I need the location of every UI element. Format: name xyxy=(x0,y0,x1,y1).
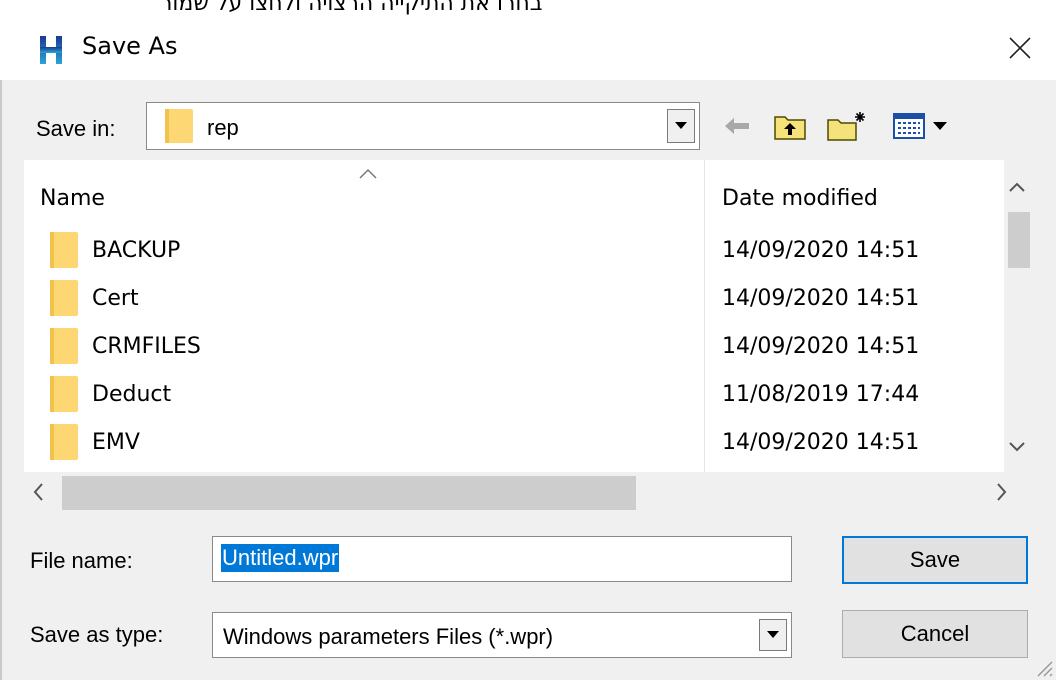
back-button[interactable] xyxy=(722,106,752,146)
horizontal-scrollbar[interactable] xyxy=(24,472,1030,514)
item-date: 14/09/2020 14:51 xyxy=(722,430,920,455)
up-folder-icon xyxy=(774,116,806,140)
file-name-value: Untitled.wpr xyxy=(221,544,340,572)
title-bar: Save As xyxy=(0,16,1056,80)
scroll-right-icon[interactable] xyxy=(994,480,1010,504)
background-text: בחרו את התיקייה הרצויה ולחצו על שמור xyxy=(160,0,543,16)
item-name: Deduct xyxy=(92,382,172,407)
details-view-icon xyxy=(893,113,947,139)
save-button[interactable]: Save xyxy=(842,536,1028,584)
folder-icon xyxy=(50,280,78,316)
file-list[interactable]: Name Date modified BACKUP 14/09/2020 14:… xyxy=(24,160,1030,472)
sort-ascending-icon xyxy=(359,168,377,179)
new-folder-icon xyxy=(827,112,865,141)
close-icon xyxy=(1009,37,1031,59)
folder-icon xyxy=(50,424,78,460)
resize-grip-icon[interactable] xyxy=(1030,654,1054,678)
window-border xyxy=(0,80,2,680)
save-in-dropdown[interactable]: rep xyxy=(146,102,700,150)
vertical-scroll-thumb[interactable] xyxy=(1008,212,1030,268)
item-date: 14/09/2020 14:51 xyxy=(722,334,920,359)
list-item[interactable]: CRMFILES 14/09/2020 14:51 xyxy=(24,324,1004,372)
close-button[interactable] xyxy=(996,24,1044,72)
save-as-type-dropdown[interactable]: Windows parameters Files (*.wpr) xyxy=(212,612,792,658)
view-menu-button[interactable] xyxy=(892,106,956,146)
chevron-down-icon xyxy=(767,631,779,638)
column-header-name[interactable]: Name xyxy=(40,186,105,211)
save-as-type-dropdown-arrow[interactable] xyxy=(759,619,787,651)
file-name-label: File name: xyxy=(30,548,133,574)
list-item[interactable]: Cert 14/09/2020 14:51 xyxy=(24,276,1004,324)
folder-icon xyxy=(50,376,78,412)
save-as-type-label-text: Save as type: xyxy=(30,622,164,647)
item-name: BACKUP xyxy=(92,238,181,263)
window-title: Save As xyxy=(82,32,178,60)
item-date: 11/08/2019 17:44 xyxy=(722,382,920,407)
background-strip: בחרו את התיקייה הרצויה ולחצו על שמור xyxy=(0,0,1056,16)
save-in-label: Save in: xyxy=(36,116,116,141)
vertical-scrollbar[interactable] xyxy=(1004,160,1030,472)
back-arrow-icon xyxy=(725,118,749,134)
folder-icon xyxy=(50,328,78,364)
save-in-value: rep xyxy=(207,115,239,140)
item-name: Cert xyxy=(92,286,139,311)
scroll-left-icon[interactable] xyxy=(30,480,46,504)
item-name: CRMFILES xyxy=(92,334,201,359)
column-header-date[interactable]: Date modified xyxy=(722,186,878,211)
chevron-down-icon xyxy=(675,122,687,129)
save-as-type-value: Windows parameters Files (*.wpr) xyxy=(223,624,554,649)
item-name: EMV xyxy=(92,430,140,455)
app-icon xyxy=(40,36,62,64)
file-name-label-text: File name: xyxy=(30,548,133,573)
file-name-input[interactable]: Untitled.wpr xyxy=(212,536,792,582)
folder-icon xyxy=(165,109,193,143)
horizontal-scroll-thumb[interactable] xyxy=(62,476,636,510)
list-item[interactable]: EMV 14/09/2020 14:51 xyxy=(24,420,1004,468)
new-folder-button[interactable] xyxy=(826,106,870,146)
item-date: 14/09/2020 14:51 xyxy=(722,286,920,311)
cancel-button[interactable]: Cancel xyxy=(842,610,1028,658)
save-in-dropdown-arrow[interactable] xyxy=(667,109,695,143)
up-folder-button[interactable] xyxy=(772,106,808,146)
list-item[interactable]: BACKUP 14/09/2020 14:51 xyxy=(24,228,1004,276)
save-as-type-label: Save as type: xyxy=(30,622,163,648)
scroll-down-icon[interactable] xyxy=(1006,440,1028,454)
list-item[interactable]: Deduct 11/08/2019 17:44 xyxy=(24,372,1004,420)
item-date: 14/09/2020 14:51 xyxy=(722,238,920,263)
folder-icon xyxy=(50,232,78,268)
scroll-up-icon[interactable] xyxy=(1006,180,1028,194)
